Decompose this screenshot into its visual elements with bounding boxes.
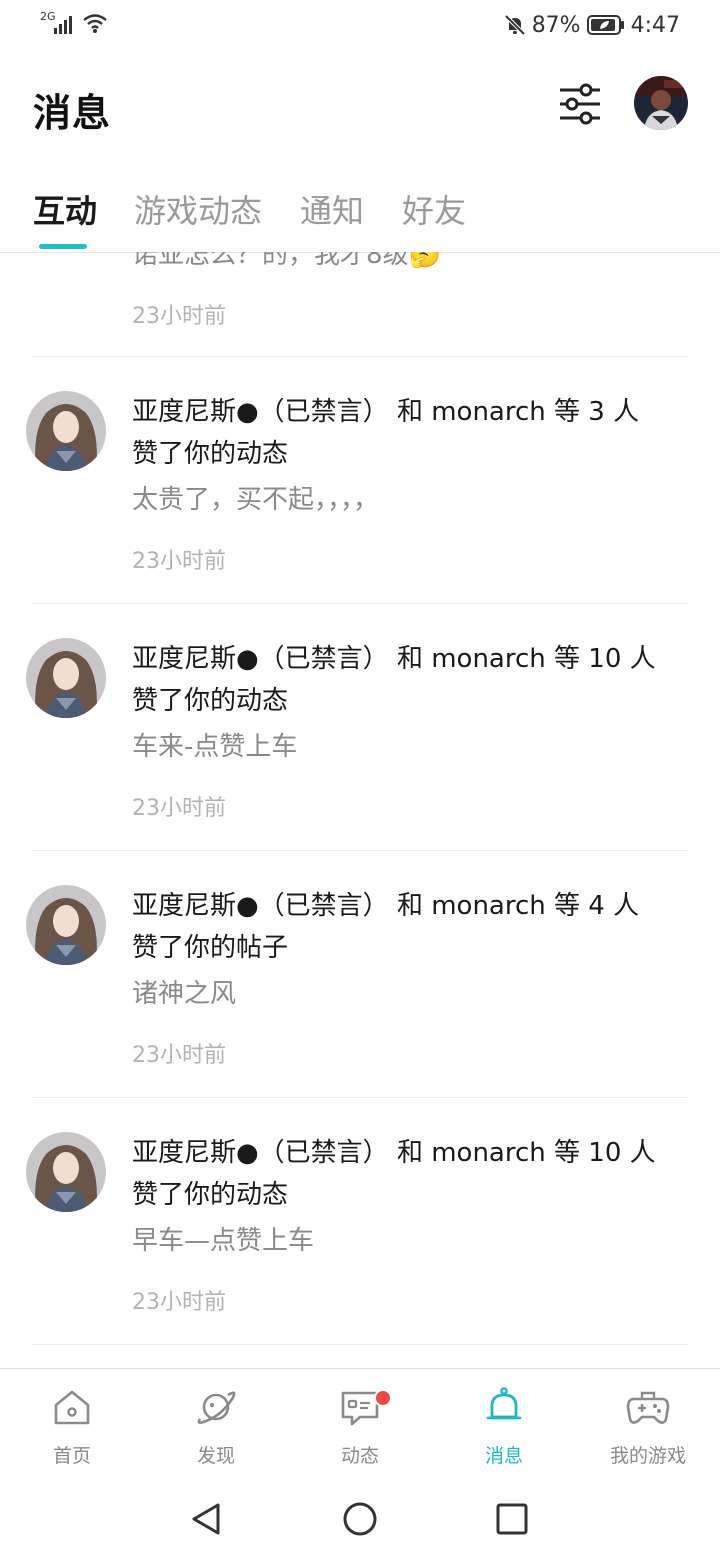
notification-time: 23小时前 <box>132 796 226 821</box>
planet-icon <box>197 1391 236 1424</box>
tab-bar: 互动 游戏动态 通知 好友 <box>0 178 720 253</box>
nav-my-games[interactable]: 我的游戏 <box>576 1369 720 1477</box>
avatar[interactable] <box>26 638 106 718</box>
battery-icon <box>586 15 624 35</box>
notification-body: 诸神之风 <box>132 979 237 1009</box>
nav-home-label: 首页 <box>52 1445 91 1467</box>
notification-action: 赞了你的帖子 <box>132 933 289 963</box>
unread-badge <box>374 1389 392 1407</box>
notification-body: 车来-点赞上车 <box>132 732 298 762</box>
bell-muted-icon <box>504 14 526 36</box>
nav-discover[interactable]: 发现 <box>144 1369 288 1477</box>
notification-action: 赞了你的动态 <box>132 1180 289 1210</box>
list-item-body: 诺亚怎么？的，我才8级🤔 <box>132 252 441 270</box>
gamepad-icon <box>626 1391 670 1424</box>
nav-messages-label: 消息 <box>484 1445 523 1467</box>
nav-feed[interactable]: 动态 <box>288 1369 432 1477</box>
list-item[interactable]: 亚度尼斯●（已禁言） 和 monarch 等 4 人 赞了你的帖子 诸神之风 2… <box>0 851 720 1098</box>
notification-title: 亚度尼斯●（已禁言） 和 monarch 等 10 人 <box>132 644 656 674</box>
list-item[interactable]: 亚度尼斯●（已禁言） 和 monarch 等 10 人 赞了你的动态 早车—点赞… <box>0 1098 720 1345</box>
bell-icon <box>486 1387 522 1420</box>
tab-game-updates[interactable]: 游戏动态 <box>134 186 262 232</box>
wifi-icon <box>83 14 107 33</box>
tab-active-indicator <box>39 244 87 249</box>
list-item-time: 23小时前 <box>132 304 226 329</box>
filter-settings-icon[interactable] <box>556 80 604 128</box>
nav-messages[interactable]: 消息 <box>432 1369 576 1477</box>
nav-discover-label: 发现 <box>196 1445 235 1467</box>
tab-interaction[interactable]: 互动 <box>33 186 97 232</box>
notification-body: 太贵了，买不起，，，， <box>132 485 380 515</box>
home-icon <box>54 1390 90 1425</box>
avatar[interactable] <box>26 1132 106 1212</box>
nav-home[interactable]: 首页 <box>0 1369 144 1477</box>
back-icon[interactable] <box>184 1497 228 1541</box>
notification-title: 亚度尼斯●（已禁言） 和 monarch 等 10 人 <box>132 1138 656 1168</box>
message-list[interactable]: 诺亚怎么？的，我才8级🤔 23小时前 亚度尼斯●（已禁言） 和 monarch … <box>0 252 720 1368</box>
clock: 4:47 <box>630 12 680 38</box>
signal-icon <box>54 16 72 34</box>
notification-time: 23小时前 <box>132 1290 226 1315</box>
avatar[interactable] <box>26 885 106 965</box>
tab-friends[interactable]: 好友 <box>402 186 466 232</box>
avatar[interactable] <box>26 391 106 471</box>
user-avatar[interactable] <box>634 76 688 130</box>
recents-icon[interactable] <box>490 1497 534 1541</box>
page-title: 消息 <box>33 91 112 135</box>
notification-action: 赞了你的动态 <box>132 686 289 716</box>
nav-feed-label: 动态 <box>340 1445 379 1467</box>
nav-my-games-label: 我的游戏 <box>609 1445 686 1467</box>
divider <box>32 1344 688 1345</box>
notification-time: 23小时前 <box>132 1043 226 1068</box>
notification-title: 亚度尼斯●（已禁言） 和 monarch 等 3 人 <box>132 397 640 427</box>
tab-notifications[interactable]: 通知 <box>300 186 364 232</box>
system-nav-bar <box>0 1477 720 1560</box>
list-item[interactable]: 亚度尼斯●（已禁言） 和 monarch 等 10 人 赞了你的动态 车来-点赞… <box>0 604 720 851</box>
home-circle-icon[interactable] <box>338 1497 382 1541</box>
battery-percent: 87% <box>531 12 581 38</box>
bottom-nav: 首页 发现 动态 消息 我的游戏 <box>0 1368 720 1477</box>
notification-title: 亚度尼斯●（已禁言） 和 monarch 等 4 人 <box>132 891 640 921</box>
notification-action: 赞了你的动态 <box>132 439 289 469</box>
status-bar: 2G 87% 4:47 <box>0 0 720 52</box>
notification-time: 23小时前 <box>132 549 226 574</box>
list-item[interactable]: 亚度尼斯●（已禁言） 和 monarch 等 3 人 赞了你的动态 太贵了，买不… <box>0 357 720 604</box>
notification-body: 早车—点赞上车 <box>132 1226 315 1256</box>
